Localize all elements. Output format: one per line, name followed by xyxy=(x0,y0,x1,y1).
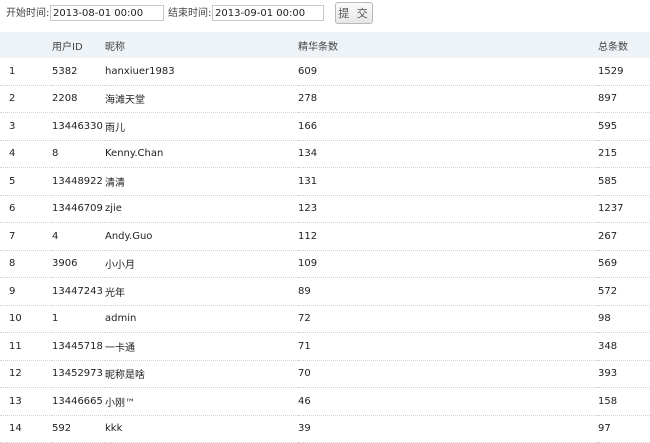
submit-button[interactable]: 提 交 xyxy=(335,2,373,24)
rank-cell: 13 xyxy=(0,387,52,416)
user-id-cell: 13446709 xyxy=(52,195,105,223)
start-time-label: 开始时间: xyxy=(6,8,50,19)
rank-cell: 7 xyxy=(0,222,52,251)
essence-count-cell: 109 xyxy=(298,250,598,278)
table-row: 7 4 Andy.Guo 112 267 xyxy=(0,222,650,251)
total-count-cell: 98 xyxy=(598,305,650,333)
table-row: 6 13446709 zjie 123 1237 xyxy=(0,195,650,223)
user-id-cell: 4 xyxy=(52,222,105,251)
nickname-cell: 小小月 xyxy=(105,250,298,278)
rank-cell: 4 xyxy=(0,140,52,168)
rank-cell: 1 xyxy=(0,58,52,86)
table-header-row: 用户ID 昵称 精华条数 总条数 xyxy=(0,32,650,58)
end-time-label: 结束时间: xyxy=(168,8,212,19)
essence-count-cell: 71 xyxy=(298,332,598,361)
essence-count-cell: 72 xyxy=(298,305,598,333)
user-id-cell: 13452973 xyxy=(52,360,105,388)
essence-count-cell: 609 xyxy=(298,58,598,86)
table-row: 2 2208 海滩天堂 278 897 xyxy=(0,85,650,113)
nickname-cell: 小刚™ xyxy=(105,387,298,416)
user-id-cell: 3906 xyxy=(52,250,105,278)
end-time-input[interactable] xyxy=(212,5,324,21)
nickname-cell: 一卡通 xyxy=(105,332,298,361)
nickname-cell: Andy.Guo xyxy=(105,222,298,251)
total-count-cell: 215 xyxy=(598,140,650,168)
essence-count-cell: 70 xyxy=(298,360,598,388)
rank-cell: 9 xyxy=(0,277,52,306)
total-count-cell: 572 xyxy=(598,277,650,306)
table-row: 13 13446665 小刚™ 46 158 xyxy=(0,387,650,416)
essence-count-cell: 278 xyxy=(298,85,598,113)
user-id-cell: 13447243 xyxy=(52,277,105,306)
rank-cell: 10 xyxy=(0,305,52,333)
rank-cell: 5 xyxy=(0,167,52,196)
user-id-cell: 13446665 xyxy=(52,387,105,416)
essence-count-cell: 134 xyxy=(298,140,598,168)
user-id-cell: 8 xyxy=(52,140,105,168)
essence-count-cell: 89 xyxy=(298,277,598,306)
ranking-table: 用户ID 昵称 精华条数 总条数 1 5382 hanxiuer1983 609… xyxy=(0,32,650,443)
total-count-cell: 158 xyxy=(598,387,650,416)
rank-cell: 12 xyxy=(0,360,52,388)
table-row: 5 13448922 清清 131 585 xyxy=(0,167,650,196)
header-essence-count: 精华条数 xyxy=(298,32,598,58)
nickname-cell: 光年 xyxy=(105,277,298,306)
header-rank xyxy=(0,32,52,58)
nickname-cell: 雨儿 xyxy=(105,112,298,141)
total-count-cell: 1237 xyxy=(598,195,650,223)
nickname-cell: 海滩天堂 xyxy=(105,85,298,113)
essence-count-cell: 46 xyxy=(298,387,598,416)
start-time-input[interactable] xyxy=(50,5,164,21)
table-row: 1 5382 hanxiuer1983 609 1529 xyxy=(0,58,650,86)
table-row: 3 13446330 雨儿 166 595 xyxy=(0,112,650,141)
rank-cell: 11 xyxy=(0,332,52,361)
user-id-cell: 13446330 xyxy=(52,112,105,141)
table-row: 8 3906 小小月 109 569 xyxy=(0,250,650,278)
user-id-cell: 13445718 xyxy=(52,332,105,361)
total-count-cell: 595 xyxy=(598,112,650,141)
essence-count-cell: 131 xyxy=(298,167,598,196)
total-count-cell: 585 xyxy=(598,167,650,196)
total-count-cell: 267 xyxy=(598,222,650,251)
rank-cell: 8 xyxy=(0,250,52,278)
table-row: 4 8 Kenny.Chan 134 215 xyxy=(0,140,650,168)
nickname-cell: 清清 xyxy=(105,167,298,196)
rank-cell: 3 xyxy=(0,112,52,141)
rank-cell: 2 xyxy=(0,85,52,113)
date-filter-bar: 开始时间: 结束时间: 提 交 xyxy=(0,0,650,32)
user-id-cell: 1 xyxy=(52,305,105,333)
table-row: 9 13447243 光年 89 572 xyxy=(0,277,650,306)
total-count-cell: 569 xyxy=(598,250,650,278)
nickname-cell: 昵称是啥 xyxy=(105,360,298,388)
nickname-cell: hanxiuer1983 xyxy=(105,58,298,86)
nickname-cell: zjie xyxy=(105,195,298,223)
user-id-cell: 13448922 xyxy=(52,167,105,196)
table-row: 12 13452973 昵称是啥 70 393 xyxy=(0,360,650,388)
total-count-cell: 393 xyxy=(598,360,650,388)
essence-count-cell: 123 xyxy=(298,195,598,223)
table-row: 11 13445718 一卡通 71 348 xyxy=(0,332,650,361)
user-id-cell: 2208 xyxy=(52,85,105,113)
total-count-cell: 1529 xyxy=(598,58,650,86)
nickname-cell: admin xyxy=(105,305,298,333)
total-count-cell: 348 xyxy=(598,332,650,361)
rank-cell: 6 xyxy=(0,195,52,223)
header-user-id: 用户ID xyxy=(52,32,105,58)
header-nickname: 昵称 xyxy=(105,32,298,58)
essence-count-cell: 166 xyxy=(298,112,598,141)
total-count-cell: 897 xyxy=(598,85,650,113)
table-row: 10 1 admin 72 98 xyxy=(0,305,650,333)
header-total-count: 总条数 xyxy=(598,32,650,58)
user-id-cell: 5382 xyxy=(52,58,105,86)
nickname-cell: Kenny.Chan xyxy=(105,140,298,168)
essence-count-cell: 112 xyxy=(298,222,598,251)
